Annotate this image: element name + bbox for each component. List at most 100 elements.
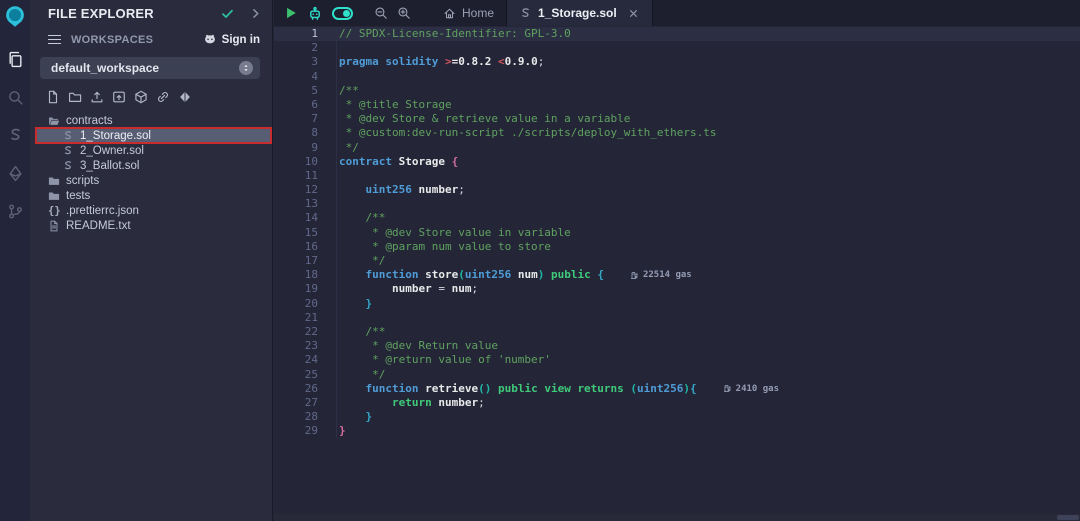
code-line[interactable]: 17 */ (274, 254, 1080, 268)
workspace-select[interactable]: default_workspace (40, 57, 260, 79)
tree-item-.prettierrc.json[interactable]: {}.prettierrc.json (36, 203, 271, 218)
line-number: 22 (274, 325, 318, 339)
panel-title: FILE EXPLORER (48, 6, 220, 21)
code-line[interactable]: 26 function retrieve() public view retur… (274, 382, 1080, 396)
link-icon[interactable] (156, 90, 170, 104)
tree-item-README.txt[interactable]: README.txt (36, 218, 271, 233)
new-folder-icon[interactable] (68, 90, 82, 104)
tab-label: Home (462, 6, 494, 20)
git-icon[interactable] (7, 203, 24, 220)
code-editor[interactable]: 1// SPDX-License-Identifier: GPL-3.023pr… (274, 26, 1080, 514)
check-icon[interactable] (220, 6, 235, 21)
line-number: 15 (274, 226, 318, 240)
deploy-run-icon[interactable] (7, 165, 24, 182)
code-line[interactable]: 21 (274, 311, 1080, 325)
upload-folder-icon[interactable] (112, 90, 126, 104)
code-line[interactable]: 12 uint256 number; (274, 183, 1080, 197)
ai-copilot-icon[interactable] (307, 5, 323, 21)
ipfs-cube-icon[interactable] (134, 90, 148, 104)
tab-home[interactable]: Home (431, 0, 506, 26)
code-line[interactable]: 29} (274, 424, 1080, 438)
workspaces-row: WORKSPACES Sign in (30, 27, 272, 52)
line-number: 9 (274, 141, 318, 155)
new-file-icon[interactable] (46, 90, 60, 104)
tree-item-label: 1_Storage.sol (80, 130, 151, 142)
scrollbar-thumb[interactable] (1057, 515, 1079, 520)
code-line[interactable]: 13 (274, 197, 1080, 211)
folder-open-icon (48, 115, 60, 127)
line-number: 14 (274, 211, 318, 225)
gas-icon (630, 271, 639, 280)
file-explorer-icon[interactable] (7, 51, 24, 68)
gas-estimate-label: 22514 gas (643, 268, 692, 282)
github-icon (203, 33, 217, 47)
code-line[interactable]: 24 * @return value of 'number' (274, 353, 1080, 367)
tree-item-1_Storage.sol[interactable]: 1_Storage.sol (36, 128, 271, 143)
solidity-icon (62, 145, 74, 157)
home-icon (443, 7, 456, 20)
code-line[interactable]: 15 * @dev Store value in variable (274, 226, 1080, 240)
run-script-icon[interactable] (284, 6, 298, 20)
code-line[interactable]: 20 } (274, 297, 1080, 311)
chevron-right-icon[interactable] (249, 7, 262, 20)
gas-estimate-badge[interactable]: 22514 gas (630, 268, 692, 282)
code-line[interactable]: 8 * @custom:dev-run-script ./scripts/dep… (274, 126, 1080, 140)
tree-item-tests[interactable]: tests (36, 188, 271, 203)
tree-item-label: contracts (66, 115, 113, 127)
hamburger-menu-icon[interactable] (48, 35, 61, 44)
tree-item-3_Ballot.sol[interactable]: 3_Ballot.sol (36, 158, 271, 173)
code-line[interactable]: 23 * @dev Return value (274, 339, 1080, 353)
file-lines-icon (48, 220, 60, 232)
tree-item-scripts[interactable]: scripts (36, 173, 271, 188)
folder-icon (48, 190, 60, 202)
line-number: 11 (274, 169, 318, 183)
line-number: 29 (274, 424, 318, 438)
tree-item-label: .prettierrc.json (66, 205, 139, 217)
tree-item-label: 3_Ballot.sol (80, 160, 139, 172)
code-line[interactable]: 2 (274, 41, 1080, 55)
gas-estimate-badge[interactable]: 2410 gas (723, 382, 779, 396)
code-line[interactable]: 27 return number; (274, 396, 1080, 410)
code-line[interactable]: 28 } (274, 410, 1080, 424)
close-icon[interactable] (627, 7, 640, 20)
zoom-out-icon[interactable] (374, 6, 388, 20)
code-line[interactable]: 11 (274, 169, 1080, 183)
line-number: 20 (274, 297, 318, 311)
tab-1-storage-sol[interactable]: 1_Storage.sol (506, 0, 653, 26)
code-line[interactable]: 14 /** (274, 211, 1080, 225)
horizontal-scrollbar[interactable] (274, 514, 1080, 521)
code-line[interactable]: 10contract Storage { (274, 155, 1080, 169)
copilot-toggle[interactable] (332, 7, 353, 20)
code-line[interactable]: 16 * @param num value to store (274, 240, 1080, 254)
tree-item-2_Owner.sol[interactable]: 2_Owner.sol (36, 143, 271, 158)
zoom-in-icon[interactable] (397, 6, 411, 20)
line-number: 12 (274, 183, 318, 197)
editor-topbar: Home 1_Storage.sol (274, 0, 1080, 26)
code-line[interactable]: 7 * @dev Store & retrieve value in a var… (274, 112, 1080, 126)
gist-diamond-icon[interactable] (178, 90, 192, 104)
code-line[interactable]: 22 /** (274, 325, 1080, 339)
search-icon[interactable] (7, 89, 24, 106)
code-line[interactable]: 6 * @title Storage (274, 98, 1080, 112)
solidity-icon (62, 160, 74, 172)
code-line[interactable]: 18 function store(uint256 num) public {2… (274, 268, 1080, 282)
solidity-compiler-icon[interactable] (7, 127, 24, 144)
tree-item-label: README.txt (66, 220, 131, 232)
code-line[interactable]: 9 */ (274, 141, 1080, 155)
code-line[interactable]: 4 (274, 70, 1080, 84)
line-number: 21 (274, 311, 318, 325)
code-line[interactable]: 25 */ (274, 368, 1080, 382)
code-line[interactable]: 3pragma solidity >=0.8.2 <0.9.0; (274, 55, 1080, 69)
line-number: 25 (274, 368, 318, 382)
upload-file-icon[interactable] (90, 90, 104, 104)
code-line[interactable]: 19 number = num; (274, 282, 1080, 296)
line-number: 8 (274, 126, 318, 140)
line-number: 3 (274, 55, 318, 69)
sign-in-button[interactable]: Sign in (203, 33, 260, 47)
code-line[interactable]: 1// SPDX-License-Identifier: GPL-3.0 (274, 27, 1080, 41)
workspace-selected-value: default_workspace (51, 61, 239, 75)
code-line[interactable]: 5/** (274, 84, 1080, 98)
remix-logo[interactable] (2, 4, 28, 30)
tree-item-contracts[interactable]: contracts (36, 113, 271, 128)
tree-item-label: tests (66, 190, 90, 202)
